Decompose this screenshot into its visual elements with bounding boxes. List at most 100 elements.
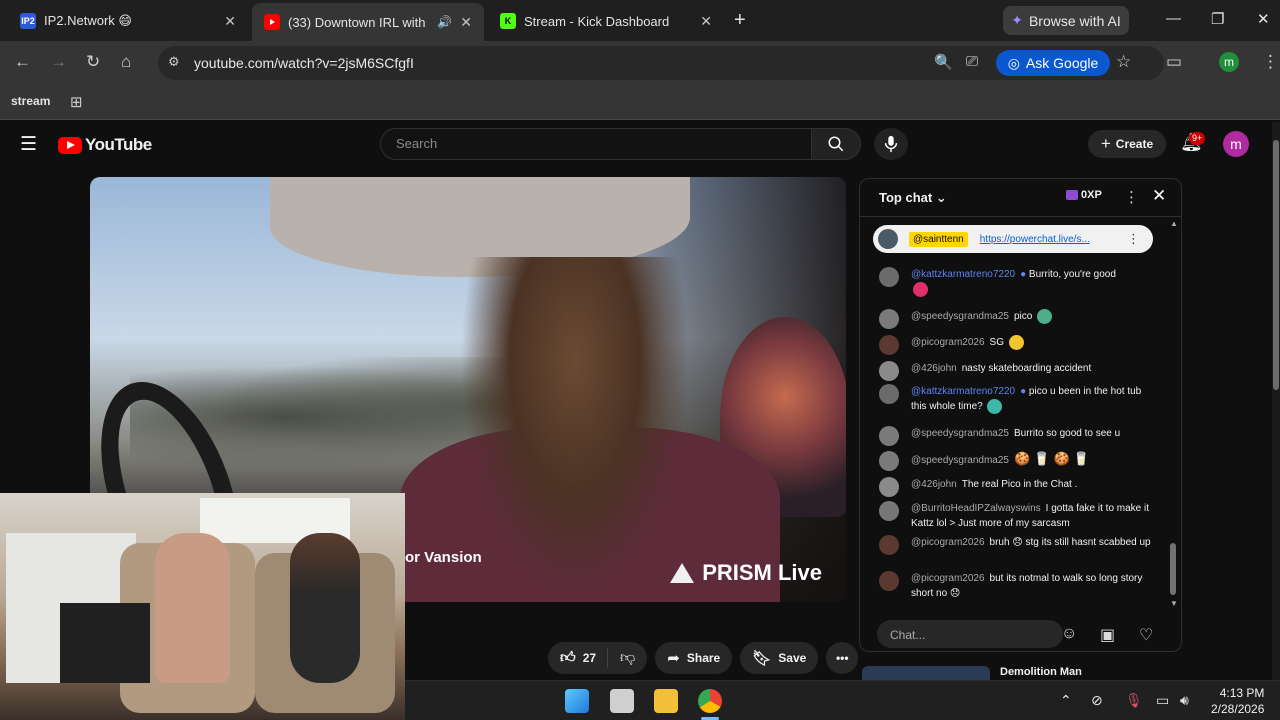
chat-author[interactable]: @speedysgrandma25 [911, 311, 1009, 322]
avatar [879, 451, 899, 471]
zoom-icon[interactable]: 🔍 [934, 53, 953, 71]
pinned-message[interactable]: @sainttenn https://powerchat.live/s... ⋮ [873, 225, 1153, 253]
chat-author[interactable]: @picogram2026 [911, 537, 985, 548]
chat-author[interactable]: @speedysgrandma25 [911, 455, 1009, 466]
related-video[interactable]: Demolition Man [862, 666, 1172, 680]
restore-icon[interactable]: ❐ [1211, 10, 1224, 28]
reading-list-icon[interactable]: ▭ [1166, 52, 1182, 72]
bookmark-stream[interactable]: stream [11, 94, 50, 108]
emoji-icon [913, 282, 928, 297]
emoji-icon [1008, 335, 1024, 350]
page-scroll-thumb[interactable] [1273, 140, 1279, 390]
windows-start-icon[interactable] [565, 689, 589, 713]
like-button[interactable]: 👍︎ 27 [548, 648, 609, 668]
chat-author[interactable]: @426john [911, 479, 957, 490]
volume-icon[interactable]: 🔊︎ [1180, 692, 1189, 709]
file-explorer-icon[interactable] [654, 689, 678, 713]
tab-title: (33) Downtown IRL with My [288, 14, 429, 30]
hamburger-menu-icon[interactable]: ☰ [20, 133, 37, 156]
prism-logo-icon [670, 563, 695, 583]
close-chat-icon[interactable]: ✕ [1152, 186, 1166, 206]
more-actions-button[interactable]: ••• [826, 642, 859, 674]
show-hidden-icons-chevron-icon[interactable]: ⌃ [1060, 692, 1072, 709]
search-box [380, 128, 812, 160]
scroll-down-icon[interactable]: ▼ [1170, 599, 1178, 608]
chrome-taskbar-icon[interactable] [698, 689, 722, 713]
video-actions: 👍︎ 27 👎︎ ➦ Share 🔖︎ Save ••• [548, 642, 859, 674]
avatar [879, 426, 899, 446]
site-info-icon[interactable]: ⚙ [168, 54, 180, 70]
voice-search-button[interactable] [874, 128, 908, 160]
pinned-more-icon[interactable]: ⋮ [1127, 231, 1140, 247]
heart-icon[interactable]: ♡ [1139, 625, 1153, 645]
chrome-menu-icon[interactable]: ⋮ [1262, 52, 1279, 72]
search-button[interactable] [811, 128, 861, 160]
back-icon[interactable]: ← [14, 52, 31, 72]
chat-author[interactable]: @426john [911, 363, 957, 374]
tab-youtube-active[interactable]: (33) Downtown IRL with My 🔊 ✕ [252, 3, 484, 41]
camera-off-icon[interactable]: ⊘ [1091, 692, 1103, 709]
speaker-icon[interactable]: 🔊 [437, 15, 452, 29]
page-scrollbar[interactable] [1272, 122, 1280, 682]
verified-icon: ● [1020, 269, 1027, 280]
chat-author[interactable]: @BurritoHeadIPZalwayswins [911, 503, 1041, 514]
bookmark-star-icon[interactable]: ☆ [1116, 52, 1131, 72]
microphone-tray-icon[interactable]: 🎙︎ [1125, 692, 1143, 709]
chevron-down-icon: ⌄ [935, 190, 947, 205]
chat-author[interactable]: @kattzkarmatreno7220 [911, 386, 1015, 397]
chat-author[interactable]: @speedysgrandma25 [911, 428, 1009, 439]
close-tab-icon[interactable]: ✕ [700, 13, 712, 30]
chat-scrollbar[interactable]: ▲ ▼ [1170, 219, 1178, 609]
reload-icon[interactable]: ↻ [86, 52, 100, 72]
super-chat-icon[interactable]: ▣ [1100, 625, 1115, 645]
chat-scroll-thumb[interactable] [1170, 543, 1176, 595]
search-input[interactable] [394, 135, 794, 152]
ask-google-button[interactable]: ◎ Ask Google [996, 50, 1110, 76]
avatar [879, 267, 899, 287]
network-icon[interactable]: ▭ [1156, 692, 1169, 709]
thumbs-up-icon: 👍︎ [560, 649, 576, 666]
emoji-picker-icon[interactable]: ☺ [1061, 625, 1077, 643]
browse-with-ai-button[interactable]: ✦ Browse with AI [1003, 6, 1129, 35]
browser-tab-strip: IP2 IP2.Network 😄 ✕ (33) Downtown IRL wi… [0, 0, 1280, 41]
address-bar[interactable]: ⚙ youtube.com/watch?v=2jsM6SCfgfI 🔍 ⎚ ◎ … [158, 46, 1164, 80]
chat-message: @BurritoHeadIPZalwayswins I gotta fake it… [879, 501, 1159, 531]
close-tab-icon[interactable]: ✕ [224, 13, 236, 30]
tab-ip2-network[interactable]: IP2 IP2.Network 😄 ✕ [8, 6, 248, 36]
youtube-logo[interactable]: YouTube [58, 135, 152, 155]
chat-more-icon[interactable]: ⋮ [1124, 188, 1139, 206]
pinned-link[interactable]: https://powerchat.live/s... [980, 234, 1090, 245]
video-overlay-text: or Vansion [405, 549, 482, 566]
chat-mode-dropdown[interactable]: Top chat ⌄ [879, 190, 947, 206]
webcam-scene-man [155, 533, 230, 683]
chat-message: @426john The real Pico in the Chat . [879, 477, 1159, 497]
minimize-icon[interactable]: — [1166, 10, 1181, 27]
chat-author[interactable]: @picogram2026 [911, 337, 985, 348]
profile-avatar[interactable]: m [1219, 52, 1239, 72]
cast-icon[interactable]: ⎚ [966, 53, 978, 70]
tab-groups-icon[interactable]: ⊞ [70, 93, 83, 111]
scroll-up-icon[interactable]: ▲ [1170, 219, 1178, 228]
system-clock[interactable]: 4:13 PM 2/28/2026 [1211, 685, 1264, 717]
save-button[interactable]: 🔖︎ Save [740, 642, 819, 674]
chat-author[interactable]: @picogram2026 [911, 573, 985, 584]
new-tab-plus-icon[interactable]: + [734, 10, 746, 30]
url-text[interactable]: youtube.com/watch?v=2jsM6SCfgfI [194, 55, 414, 71]
chat-input[interactable] [888, 627, 1048, 643]
task-view-icon[interactable] [610, 689, 634, 713]
forward-icon[interactable]: → [50, 52, 67, 72]
share-button[interactable]: ➦ Share [655, 642, 733, 674]
close-tab-icon[interactable]: ✕ [460, 14, 472, 31]
youtube-avatar[interactable]: m [1223, 131, 1249, 157]
home-icon[interactable]: ⌂ [121, 52, 131, 72]
xp-badge[interactable]: 0XP [1066, 189, 1102, 201]
close-window-icon[interactable]: ✕ [1257, 10, 1270, 28]
windows-taskbar: ⌃ ⊘ 🎙︎ ▭ 🔊︎ 4:13 PM 2/28/2026 [405, 680, 1280, 720]
create-button[interactable]: + Create [1088, 130, 1166, 158]
chat-text: Burrito so good to see u [1014, 428, 1121, 439]
clock-date: 2/28/2026 [1211, 702, 1265, 716]
chat-message: @picogram2026 but its notmal to walk so l… [879, 571, 1159, 601]
dislike-button[interactable]: 👎︎ [608, 649, 647, 667]
chat-author[interactable]: @kattzkarmatreno7220 [911, 269, 1015, 280]
tab-kick-dashboard[interactable]: K Stream - Kick Dashboard ✕ [488, 6, 724, 36]
